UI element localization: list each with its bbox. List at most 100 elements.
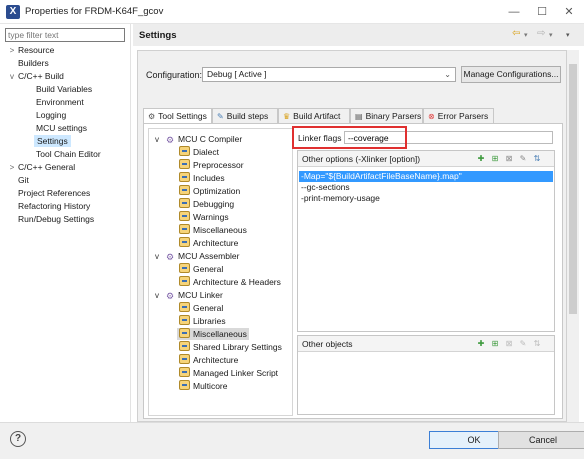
tree-item-linker-miscellaneous[interactable]: Miscellaneous: [177, 328, 249, 340]
option-row[interactable]: -Map="${BuildArtifactFileBaseName}.map": [299, 171, 553, 182]
tab-label: Build steps: [226, 111, 269, 121]
tree-group-mcu-assembler[interactable]: v ⚙ MCU Assembler: [155, 250, 239, 262]
manage-configurations-button[interactable]: Manage Configurations...: [461, 66, 561, 83]
add-from-workspace-icon[interactable]: ⊞: [490, 154, 500, 164]
expand-arrow-icon[interactable]: >: [6, 162, 18, 174]
minimize-button[interactable]: —: [500, 2, 528, 22]
sidebar-item-label: Tool Chain Editor: [36, 149, 101, 159]
sidebar-item-environment[interactable]: Environment: [36, 96, 84, 108]
cancel-button[interactable]: Cancel: [498, 431, 584, 449]
collapse-arrow-icon[interactable]: v: [6, 71, 18, 83]
tree-item-compiler-architecture[interactable]: Architecture: [179, 237, 238, 249]
tree-item-shared-library-settings[interactable]: Shared Library Settings: [179, 341, 282, 353]
option-row[interactable]: --gc-sections: [299, 182, 553, 193]
help-icon[interactable]: ?: [10, 431, 26, 447]
edit-icon[interactable]: ✎: [518, 339, 528, 349]
tree-item-debugging[interactable]: Debugging: [179, 198, 234, 210]
sidebar-item-tool-chain-editor[interactable]: Tool Chain Editor: [36, 148, 101, 160]
add-icon[interactable]: ✚: [476, 154, 486, 164]
sidebar-item-label: MCU settings: [36, 123, 88, 133]
add-icon[interactable]: ✚: [476, 339, 486, 349]
tab-build-steps[interactable]: ✎ Build steps: [212, 108, 278, 123]
expand-arrow-icon[interactable]: >: [6, 45, 18, 57]
tree-item-architecture-headers[interactable]: Architecture & Headers: [179, 276, 281, 288]
tree-item-optimization[interactable]: Optimization: [179, 185, 240, 197]
tree-item-linker-general[interactable]: General: [179, 302, 223, 314]
tree-item-linker-libraries[interactable]: Libraries: [179, 315, 226, 327]
sidebar-item-label: C/C++ General: [18, 162, 76, 172]
sidebar-item-run-debug-settings[interactable]: Run/Debug Settings: [18, 213, 94, 225]
tool-gear-icon: ⚙: [165, 291, 175, 301]
delete-icon[interactable]: ⊠: [504, 339, 514, 349]
settings-page-icon: [179, 276, 190, 286]
window-title: Properties for FRDM-K64F_gcov: [25, 6, 164, 17]
filter-input[interactable]: [5, 28, 125, 42]
tree-group-mcu-linker[interactable]: v ⚙ MCU Linker: [155, 289, 223, 301]
tree-item-dialect[interactable]: Dialect: [179, 146, 219, 158]
move-up-icon[interactable]: ⇅: [532, 154, 542, 164]
tree-item-multicore[interactable]: Multicore: [179, 380, 227, 392]
view-menu-icon[interactable]: ▾: [566, 31, 570, 39]
other-objects-header: Other objects ✚ ⊞ ⊠ ✎ ⇅: [298, 336, 554, 352]
settings-page-icon: [179, 315, 190, 325]
tree-item-label: Architecture & Headers: [193, 277, 281, 287]
tree-item-label: Miscellaneous: [193, 225, 247, 235]
sidebar-item-mcu-settings[interactable]: MCU settings: [36, 122, 87, 134]
add-from-workspace-icon[interactable]: ⊞: [490, 339, 500, 349]
configuration-label: Configuration:: [146, 70, 203, 80]
tree-item-includes[interactable]: Includes: [179, 172, 225, 184]
sidebar-item-cpp-general[interactable]: > C/C++ General: [6, 161, 76, 174]
tab-tool-settings[interactable]: ⚙ Tool Settings: [143, 108, 212, 124]
configuration-select[interactable]: Debug [ Active ] ⌄: [202, 67, 456, 82]
settings-page-icon: [179, 185, 190, 195]
tree-item-preprocessor[interactable]: Preprocessor: [179, 159, 244, 171]
tree-item-assembler-general[interactable]: General: [179, 263, 223, 275]
maximize-button[interactable]: ☐: [528, 2, 556, 22]
delete-icon[interactable]: ⊠: [504, 154, 514, 164]
collapse-arrow-icon[interactable]: v: [155, 290, 165, 302]
settings-page-icon: [179, 302, 190, 312]
sidebar-item-build-variables[interactable]: Build Variables: [36, 83, 92, 95]
tree-item-managed-linker-script[interactable]: Managed Linker Script: [179, 367, 278, 379]
tab-binary-parsers[interactable]: ▤ Binary Parsers: [350, 108, 423, 123]
scrollbar-thumb[interactable]: [569, 64, 577, 314]
tree-item-label: Miscellaneous: [193, 329, 247, 339]
sidebar-item-builders[interactable]: Builders: [18, 57, 49, 69]
sidebar-item-logging[interactable]: Logging: [36, 109, 66, 121]
tree-group-mcu-c-compiler[interactable]: v ⚙ MCU C Compiler: [155, 133, 242, 145]
collapse-arrow-icon[interactable]: v: [155, 134, 165, 146]
sidebar-item-project-references[interactable]: Project References: [18, 187, 90, 199]
move-up-icon[interactable]: ⇅: [532, 339, 542, 349]
tool-settings-icon: ⚙: [148, 112, 156, 121]
sidebar-item-settings[interactable]: Settings: [34, 135, 71, 147]
tab-build-artifact[interactable]: ♛ Build Artifact: [278, 108, 350, 123]
binary-parsers-icon: ▤: [355, 112, 363, 121]
app-icon: X: [6, 5, 20, 19]
sidebar-item-label: Resource: [18, 45, 55, 55]
sidebar-item-git[interactable]: Git: [18, 174, 29, 186]
sidebar-item-resource[interactable]: > Resource: [6, 44, 55, 57]
back-menu-icon[interactable]: ▾: [524, 31, 528, 39]
edit-icon[interactable]: ✎: [518, 154, 528, 164]
close-button[interactable]: ✕: [555, 2, 583, 22]
forward-arrow-icon[interactable]: ⇨: [537, 28, 545, 39]
sidebar-item-cpp-build[interactable]: v C/C++ Build: [6, 70, 64, 82]
error-parsers-icon: ⊗: [428, 112, 435, 121]
tree-item-linker-architecture[interactable]: Architecture: [179, 354, 238, 366]
tree-item-label: Optimization: [193, 186, 241, 196]
forward-menu-icon[interactable]: ▾: [549, 31, 553, 39]
option-row[interactable]: -print-memory-usage: [299, 193, 553, 204]
sidebar-item-refactoring-history[interactable]: Refactoring History: [18, 200, 90, 212]
settings-page-icon: [179, 341, 190, 351]
sidebar-item-label: Refactoring History: [18, 201, 91, 211]
collapse-arrow-icon[interactable]: v: [155, 251, 165, 263]
tab-error-parsers[interactable]: ⊗ Error Parsers: [423, 108, 494, 123]
tab-label: Error Parsers: [437, 111, 489, 121]
tree-item-warnings[interactable]: Warnings: [179, 211, 229, 223]
other-objects-panel: Other objects ✚ ⊞ ⊠ ✎ ⇅: [297, 335, 555, 415]
settings-page-icon: [179, 198, 190, 208]
tree-item-compiler-miscellaneous[interactable]: Miscellaneous: [179, 224, 247, 236]
pane-splitter[interactable]: [130, 24, 131, 422]
build-steps-icon: ✎: [217, 112, 224, 121]
back-arrow-icon[interactable]: ⇦: [512, 28, 520, 39]
